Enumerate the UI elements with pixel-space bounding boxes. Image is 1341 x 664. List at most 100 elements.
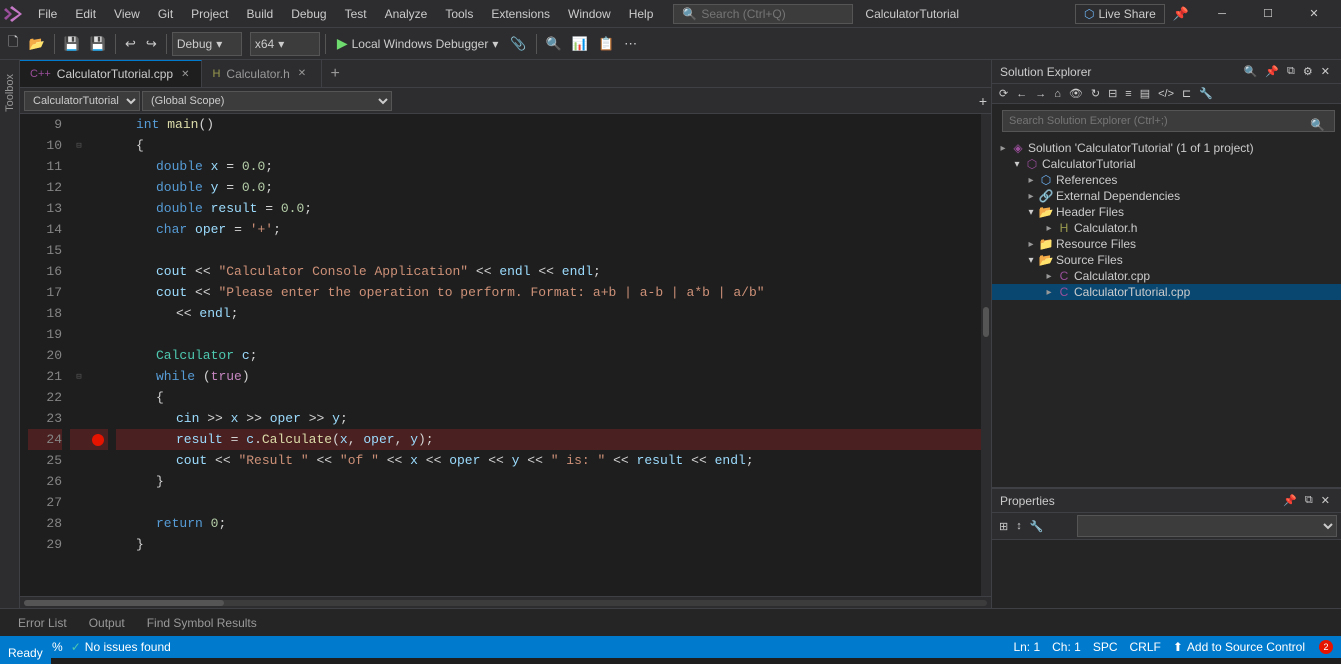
- run-button[interactable]: ▶ Local Windows Debugger ▾: [331, 33, 505, 54]
- se-filter-button[interactable]: ⊏: [1179, 86, 1194, 101]
- vertical-scrollbar[interactable]: [981, 114, 991, 596]
- prop-float-button[interactable]: ⧉: [1302, 493, 1316, 508]
- save-button[interactable]: 💾: [60, 32, 84, 56]
- more-button[interactable]: ⋯: [620, 32, 641, 56]
- diag-button[interactable]: 📋: [594, 32, 618, 56]
- tree-references[interactable]: ▸ ⬡ References: [992, 172, 1341, 188]
- debug-config-dropdown[interactable]: Debug ▾: [172, 32, 242, 56]
- source-control-text[interactable]: ⬆ Add to Source Control: [1173, 640, 1305, 654]
- tree-solution[interactable]: ▸ ◈ Solution 'CalculatorTutorial' (1 of …: [992, 140, 1341, 156]
- search-input[interactable]: [701, 7, 841, 21]
- se-forward-button[interactable]: →: [1032, 87, 1049, 101]
- se-toolbar: ⟳ ← → ⌂ 👁 ↻ ⊟ ≡ ▤ </> ⊏ 🔧: [992, 84, 1341, 104]
- menu-analyze[interactable]: Analyze: [377, 5, 436, 23]
- menu-build[interactable]: Build: [239, 5, 282, 23]
- prop-pin-button[interactable]: 📌: [1280, 493, 1300, 508]
- platform-dropdown[interactable]: x64 ▾: [250, 32, 320, 56]
- se-settings-button[interactable]: ⚙: [1300, 64, 1316, 79]
- tab-find-results[interactable]: Find Symbol Results: [137, 614, 267, 632]
- prop-categories-button[interactable]: ⊞: [996, 519, 1011, 534]
- tab-label-2: Calculator.h: [226, 67, 289, 81]
- toolbar-separator-3: [166, 34, 167, 54]
- tab-bar: C++ CalculatorTutorial.cpp ✕ H Calculato…: [20, 60, 991, 88]
- menu-items: File Edit View Git Project Build Debug T…: [30, 5, 661, 23]
- se-sync-button[interactable]: ⟳: [996, 86, 1011, 101]
- tree-calculator-cpp[interactable]: ▸ C Calculator.cpp: [992, 268, 1341, 284]
- se-back-button[interactable]: ←: [1013, 87, 1030, 101]
- chevron-down-icon-2: ▾: [278, 37, 284, 51]
- redo-button[interactable]: ↪: [142, 32, 161, 56]
- ch-indicator: Ch: 1: [1052, 640, 1081, 654]
- menu-extensions[interactable]: Extensions: [483, 5, 558, 23]
- tree-calculator-tutorial-cpp[interactable]: ▸ C CalculatorTutorial.cpp: [992, 284, 1341, 300]
- close-button[interactable]: ✕: [1291, 0, 1337, 28]
- menu-file[interactable]: File: [30, 5, 65, 23]
- new-project-button[interactable]: 🗋: [4, 32, 22, 56]
- right-panel: Solution Explorer 🔍 📌 ⧉ ⚙ ✕ ⟳ ← → ⌂ 👁 ↻ …: [991, 60, 1341, 608]
- attach-button[interactable]: 📎: [506, 32, 530, 56]
- menu-debug[interactable]: Debug: [283, 5, 334, 23]
- pin-btn[interactable]: 📌: [1167, 4, 1195, 24]
- tab-error-list[interactable]: Error List: [8, 614, 77, 632]
- menu-help[interactable]: Help: [621, 5, 662, 23]
- tree-source-files[interactable]: ▾ 📂 Source Files: [992, 252, 1341, 268]
- tree-calculator-h[interactable]: ▸ H Calculator.h: [992, 220, 1341, 236]
- se-pin-button[interactable]: 📌: [1262, 64, 1282, 79]
- prop-wrench-button[interactable]: 🔧: [1027, 519, 1047, 534]
- tree-ext-deps[interactable]: ▸ 🔗 External Dependencies: [992, 188, 1341, 204]
- tree-project[interactable]: ▾ ⬡ CalculatorTutorial: [992, 156, 1341, 172]
- tree-resource-files[interactable]: ▸ 📁 Resource Files: [992, 236, 1341, 252]
- se-float-button[interactable]: ⧉: [1284, 64, 1298, 79]
- project-selector[interactable]: CalculatorTutorial: [24, 91, 140, 111]
- se-collapse-button[interactable]: ⊟: [1105, 86, 1120, 101]
- tab-close-button-2[interactable]: ✕: [296, 67, 308, 80]
- se-close-button[interactable]: ✕: [1318, 64, 1333, 79]
- menu-tools[interactable]: Tools: [437, 5, 481, 23]
- menu-edit[interactable]: Edit: [67, 5, 104, 23]
- horizontal-scrollbar[interactable]: [20, 596, 991, 608]
- new-tab-button[interactable]: +: [322, 60, 347, 87]
- crlf-indicator[interactable]: CRLF: [1130, 640, 1161, 654]
- menu-test[interactable]: Test: [337, 5, 375, 23]
- menu-view[interactable]: View: [106, 5, 148, 23]
- se-search-button[interactable]: 🔍: [1241, 64, 1261, 79]
- live-share-btn[interactable]: ⬡ Live Share: [1075, 4, 1165, 24]
- tab-calculator-tutorial-cpp[interactable]: C++ CalculatorTutorial.cpp ✕: [20, 60, 202, 87]
- menu-git[interactable]: Git: [150, 5, 181, 23]
- prop-alpha-button[interactable]: ↕: [1013, 519, 1025, 533]
- save-all-button[interactable]: 💾: [86, 32, 110, 56]
- se-preview-button[interactable]: ▤: [1137, 86, 1153, 101]
- tree-header-files[interactable]: ▾ 📂 Header Files: [992, 204, 1341, 220]
- se-search-input[interactable]: [1002, 110, 1335, 132]
- se-code-view-button[interactable]: </>: [1155, 87, 1177, 101]
- project-icon: ⬡: [1024, 157, 1040, 171]
- se-props-button[interactable]: ≡: [1122, 87, 1134, 101]
- code-editor[interactable]: 9 10 11 12 13 14 15 16 17 18 19 20 21 22…: [20, 114, 991, 596]
- tab-output[interactable]: Output: [79, 614, 135, 632]
- hscroll-track: [24, 600, 987, 606]
- scrollbar-thumb[interactable]: [983, 307, 989, 337]
- se-refresh-button[interactable]: ↻: [1088, 86, 1103, 101]
- status-bar: ⎇ 131 % ✓ No issues found Ln: 1 Ch: 1 SP…: [0, 636, 1341, 658]
- menu-window[interactable]: Window: [560, 5, 619, 23]
- maximize-button[interactable]: ☐: [1245, 0, 1291, 28]
- open-button[interactable]: 📂: [24, 32, 48, 56]
- expand-editor-button[interactable]: +: [979, 93, 987, 109]
- minimize-button[interactable]: ─: [1199, 0, 1245, 28]
- prop-dropdown[interactable]: [1077, 515, 1337, 537]
- se-show-all-button[interactable]: 👁: [1066, 86, 1086, 101]
- find-button[interactable]: 🔍: [542, 32, 566, 56]
- tab-calculator-h[interactable]: H Calculator.h ✕: [202, 60, 322, 87]
- undo-button[interactable]: ↩: [121, 32, 140, 56]
- scope-selector[interactable]: (Global Scope): [142, 91, 392, 111]
- hscroll-thumb[interactable]: [24, 600, 224, 606]
- se-wrench-button[interactable]: 🔧: [1196, 86, 1216, 101]
- tab-close-button[interactable]: ✕: [179, 68, 191, 81]
- prop-close-button[interactable]: ✕: [1318, 493, 1333, 508]
- code-line-18: << endl;: [116, 303, 981, 324]
- se-home-button[interactable]: ⌂: [1051, 87, 1064, 101]
- search-icon: 🔍: [682, 7, 697, 21]
- code-line-27: [116, 492, 981, 513]
- perf-button[interactable]: 📊: [568, 32, 592, 56]
- menu-project[interactable]: Project: [183, 5, 236, 23]
